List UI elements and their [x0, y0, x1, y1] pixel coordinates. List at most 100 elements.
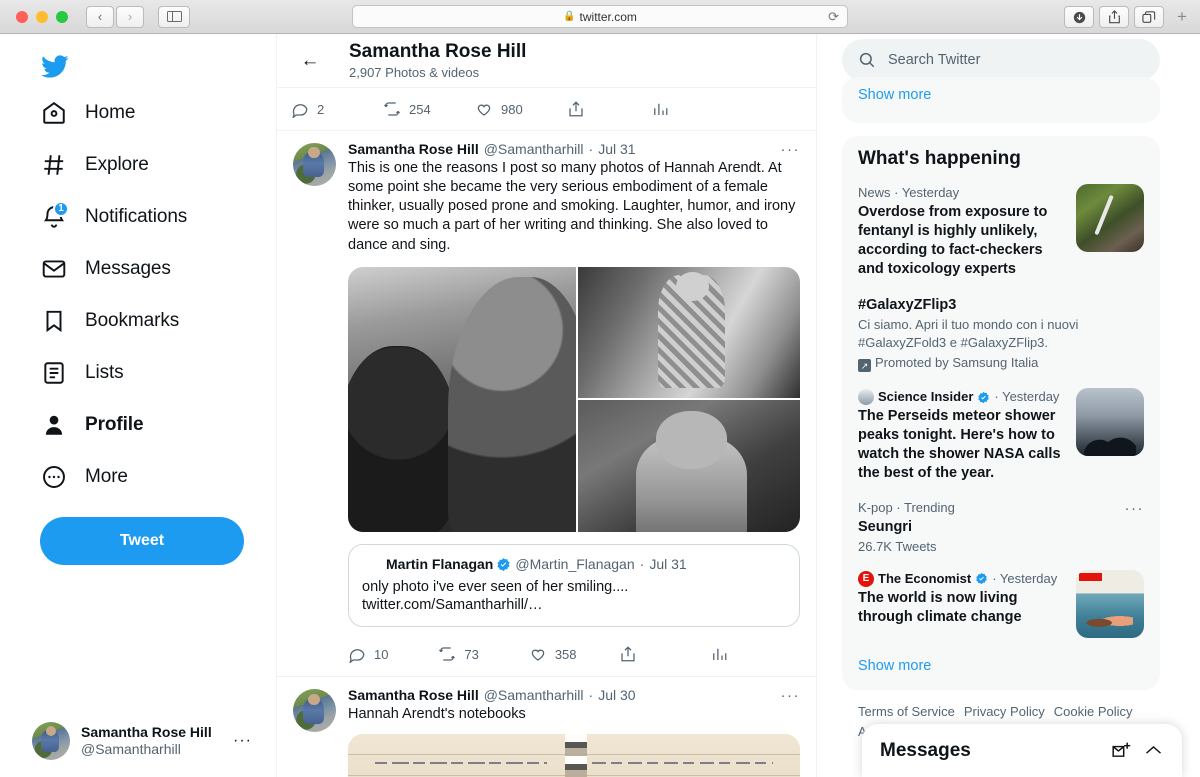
- trend-source-row: E The Economist · Yesterday: [858, 570, 1066, 588]
- like-action[interactable]: 358: [529, 645, 619, 663]
- sidebar-item-messages[interactable]: Messages: [40, 243, 276, 295]
- tweet-author-name[interactable]: Samantha Rose Hill: [348, 687, 479, 703]
- tweet-photo[interactable]: [578, 266, 800, 399]
- tweet-button[interactable]: Tweet: [40, 517, 244, 565]
- chevron-up-icon[interactable]: [1142, 740, 1164, 762]
- home-icon: [40, 100, 67, 127]
- search-section: Search Twitter: [842, 34, 1200, 81]
- trend-content: E The Economist · Yesterday The world is…: [858, 570, 1066, 638]
- sidebar-item-profile[interactable]: Profile: [40, 399, 276, 451]
- left-navigation: Home Explore 1 Notifications Messages Bo…: [0, 34, 276, 777]
- trend-source-name: The Economist: [878, 570, 972, 586]
- like-count: 358: [554, 646, 577, 662]
- avatar[interactable]: [293, 689, 336, 733]
- quoted-tweet[interactable]: Martin Flanagan @Martin_Flanagan · Jul 3…: [348, 543, 800, 628]
- tweet-author-handle[interactable]: @Samantharhill: [484, 141, 584, 157]
- like-action[interactable]: 980: [475, 100, 567, 118]
- trend-content: #GalaxyZFlip3 Ci siamo. Apri il tuo mond…: [858, 295, 1144, 373]
- sidebar-item-bookmarks[interactable]: Bookmarks: [40, 295, 276, 347]
- trend-menu-icon[interactable]: ···: [1125, 501, 1145, 516]
- account-menu-icon[interactable]: ···: [233, 732, 252, 750]
- tabs-overview-icon[interactable]: [1134, 6, 1164, 28]
- sidebar-icon: [166, 11, 182, 22]
- trend-content: Science Insider · Yesterday The Perseids…: [858, 388, 1066, 483]
- avatar: [362, 555, 381, 574]
- trend-item-promoted[interactable]: #GalaxyZFlip3 Ci siamo. Apri il tuo mond…: [842, 289, 1160, 383]
- search-placeholder: Search Twitter: [888, 52, 981, 68]
- back-button[interactable]: ‹: [86, 5, 114, 28]
- avatar[interactable]: [293, 143, 336, 186]
- tweet-date[interactable]: Jul 31: [598, 141, 635, 157]
- reply-action[interactable]: 2: [291, 100, 383, 118]
- new-message-icon[interactable]: [1110, 740, 1132, 762]
- tweet-item[interactable]: Samantha Rose Hill @Samantharhill · Jul …: [277, 131, 816, 678]
- close-window-button[interactable]: [16, 10, 28, 23]
- minimize-window-button[interactable]: [36, 10, 48, 23]
- retweet-action[interactable]: 254: [383, 100, 475, 118]
- trend-item[interactable]: News · Yesterday Overdose from exposure …: [842, 178, 1160, 289]
- share-action[interactable]: [619, 645, 709, 663]
- sidebar-item-explore[interactable]: Explore: [40, 139, 276, 191]
- list-icon: [40, 360, 67, 387]
- footer-link-privacy[interactable]: Privacy Policy: [964, 704, 1045, 719]
- back-arrow-icon[interactable]: ←: [293, 44, 327, 78]
- analytics-action[interactable]: [651, 100, 743, 118]
- sidebar-item-notifications[interactable]: 1 Notifications: [40, 191, 276, 243]
- verified-badge-icon: [975, 572, 988, 585]
- sidebar-item-more[interactable]: More: [40, 451, 276, 503]
- trend-item[interactable]: K-pop · Trending Seungri 26.7K Tweets ··…: [842, 493, 1160, 564]
- window-traffic-lights[interactable]: [16, 10, 68, 23]
- search-icon: [859, 52, 875, 68]
- reload-icon[interactable]: ⟳: [828, 9, 839, 25]
- quoted-tweet-text: only photo i've ever seen of her smiling…: [362, 578, 629, 614]
- promoted-label: ↗ Promoted by Samsung Italia: [858, 354, 1144, 373]
- sidebar-item-label: Bookmarks: [85, 310, 180, 331]
- messages-dock[interactable]: Messages: [862, 724, 1182, 777]
- tweet-photo[interactable]: [348, 266, 576, 532]
- bell-icon: 1: [40, 200, 69, 231]
- sidebar-item-label: Profile: [85, 414, 144, 435]
- sidebar-item-home[interactable]: Home: [40, 87, 276, 139]
- tweet-photo[interactable]: [348, 734, 800, 777]
- sidebar-item-lists[interactable]: Lists: [40, 347, 276, 399]
- new-tab-button[interactable]: +: [1170, 6, 1194, 28]
- account-switcher[interactable]: Samantha Rose Hill @Samantharhill ···: [22, 713, 262, 769]
- address-bar[interactable]: 🔒 twitter.com ⟳: [352, 5, 848, 28]
- share-action[interactable]: [567, 100, 651, 118]
- retweet-count: 73: [464, 646, 479, 662]
- account-name: Samantha Rose Hill: [81, 723, 212, 740]
- tweet-author-handle[interactable]: @Samantharhill: [484, 687, 584, 703]
- retweet-action[interactable]: 73: [438, 645, 528, 663]
- more-circle-icon: [40, 464, 67, 491]
- footer-link-cookie[interactable]: Cookie Policy: [1054, 704, 1133, 719]
- tweet-media-grid[interactable]: [348, 266, 800, 532]
- show-more-link[interactable]: Show more: [842, 77, 1160, 113]
- separator: ·: [588, 687, 594, 704]
- trend-item[interactable]: E The Economist · Yesterday The world is…: [842, 564, 1160, 648]
- tweet-menu-icon[interactable]: ···: [781, 688, 801, 703]
- trend-item[interactable]: Science Insider · Yesterday The Perseids…: [842, 382, 1160, 493]
- reply-action[interactable]: 10: [348, 645, 438, 664]
- tweet-photo[interactable]: [578, 400, 800, 532]
- maximize-window-button[interactable]: [56, 10, 68, 23]
- science-insider-logo: [858, 389, 874, 406]
- sidebar-toggle-button[interactable]: [158, 5, 190, 28]
- tweet-date[interactable]: Jul 30: [598, 687, 635, 703]
- forward-button[interactable]: ›: [116, 5, 144, 28]
- analytics-action[interactable]: [710, 645, 800, 663]
- sidebar-item-label: Lists: [85, 362, 124, 383]
- tweet-item[interactable]: Samantha Rose Hill @Samantharhill · Jul …: [277, 677, 816, 777]
- reply-count: 10: [374, 646, 389, 662]
- downloads-icon[interactable]: [1064, 6, 1094, 28]
- account-handle: @Samantharhill: [81, 741, 181, 757]
- url-text: twitter.com: [579, 9, 637, 24]
- show-more-link[interactable]: Show more: [842, 648, 1160, 684]
- tweet-author-name[interactable]: Samantha Rose Hill: [348, 141, 479, 157]
- footer-link-terms[interactable]: Terms of Service: [858, 704, 955, 719]
- twitter-logo-icon[interactable]: [40, 45, 88, 87]
- tweet-menu-icon[interactable]: ···: [781, 142, 801, 157]
- share-icon[interactable]: [1099, 6, 1129, 28]
- whats-happening-title: What's happening: [858, 148, 1021, 169]
- search-input[interactable]: Search Twitter: [842, 39, 1160, 81]
- trend-headline: The Perseids meteor shower peaks tonight…: [858, 408, 1061, 481]
